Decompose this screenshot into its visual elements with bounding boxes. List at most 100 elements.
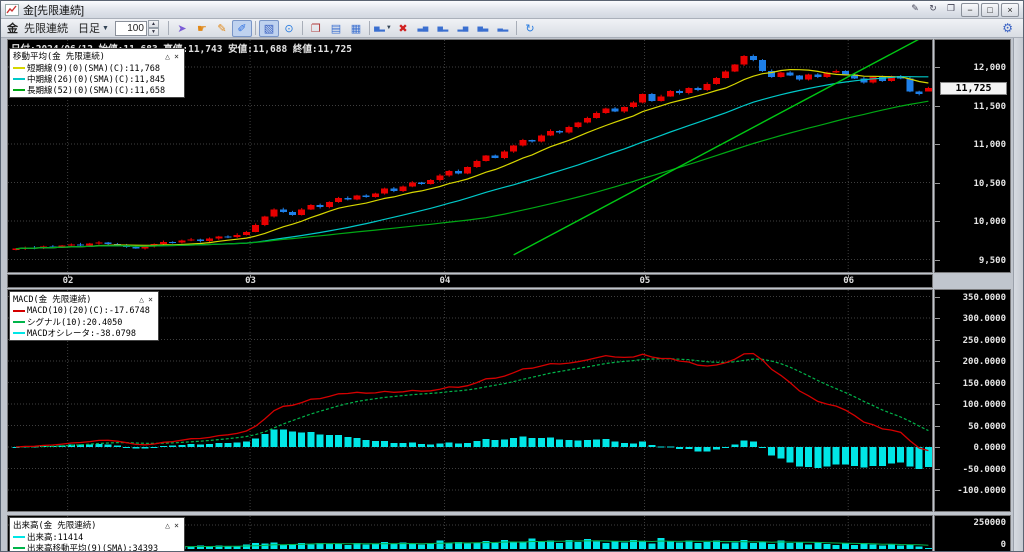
reload-chart-button[interactable]: ↻: [520, 20, 540, 37]
legend-close-button[interactable]: ×: [172, 521, 181, 530]
sma-52-line: [15, 100, 929, 250]
chart-client-area: 日付:2024/06/12 始値:11,683 高値:11,743 安値:11,…: [1, 38, 1023, 552]
minimize-button[interactable]: −: [961, 2, 979, 17]
legend-line-marker: [13, 66, 25, 69]
macd-legend-title: MACD(金 先限連続): [13, 295, 92, 305]
pencil-draw-button[interactable]: ✎: [212, 20, 232, 37]
pan-hand-icon: ☛: [197, 22, 207, 35]
layout-rows-button[interactable]: ▤: [326, 20, 346, 37]
layout-grid-button[interactable]: ▦: [346, 20, 366, 37]
wrench-settings-button[interactable]: ⚙: [1002, 21, 1013, 35]
macd-axis-label: 0.0000: [973, 443, 1006, 453]
legend-collapse-button[interactable]: △: [163, 521, 172, 530]
legend-collapse-button[interactable]: △: [137, 295, 146, 304]
legend-line-marker: [13, 535, 25, 538]
sma-26-line: [15, 76, 929, 250]
axis-tick: [935, 339, 940, 341]
x-axis-tick: [250, 275, 252, 278]
ma-legend: 移動平均(金 先限連続) △ × 短期線(9)(0)(SMA)(C):11,76…: [9, 48, 185, 98]
volume-axis: 250000 0: [934, 515, 1011, 551]
macd-histogram: [12, 429, 932, 469]
macd-axis-label: 50.0000: [968, 421, 1006, 432]
select-cursor-button[interactable]: ➤: [172, 20, 192, 37]
candlestick-plot[interactable]: 日付:2024/06/12 始値:11,683 高値:11,743 安値:11,…: [7, 39, 933, 273]
sync-icon[interactable]: ↻: [925, 3, 941, 16]
pan-hand-button[interactable]: ☛: [192, 20, 212, 37]
line-draw-button[interactable]: ✐: [231, 19, 252, 37]
dropdown-arrow-icon: ▼: [385, 25, 392, 31]
pencil-draw-icon: ✎: [217, 22, 227, 35]
new-chart-window-button[interactable]: ❐: [306, 20, 326, 37]
price-axis-label: 11,000: [973, 140, 1006, 150]
axis-tick: [935, 404, 940, 405]
axis-tick: [935, 182, 940, 184]
legend-close-button[interactable]: ×: [172, 52, 181, 61]
price-axis-label: 12,000: [973, 63, 1006, 73]
maximize-button[interactable]: □: [981, 2, 999, 17]
axis-tick: [935, 447, 940, 448]
legend-row: MACDオシレータ:-38.0798: [13, 327, 155, 339]
bar-count-input[interactable]: 100: [114, 20, 147, 36]
axis-tick: [935, 361, 940, 362]
price-axis: 11,725 12,000 11,500 11,000 10,500 10,000 9,5…: [934, 39, 1011, 273]
remove-indicator-button[interactable]: ✖: [393, 20, 413, 37]
x-axis-tick: [848, 275, 850, 278]
zoom-mode-button[interactable]: ⊙: [279, 20, 299, 37]
volume-plot[interactable]: 出来高(金 先限連続) △ × 出来高:11414 出来高移動平均(9)(SMA)…: [7, 515, 933, 552]
date-axis: 02 03 04 05 06: [7, 274, 933, 288]
legend-line-marker: [13, 77, 25, 80]
bar-count-stepper: ▲ ▼: [147, 20, 159, 36]
annotate-icon[interactable]: ✎: [907, 3, 923, 16]
legend-row-label: 出来高移動平均(9)(SMA):34393: [27, 543, 159, 552]
axis-tick: [935, 382, 940, 384]
indicator-slot-2-button[interactable]: ▅▂: [433, 20, 453, 37]
legend-line-marker: [13, 309, 25, 312]
spin-down-button[interactable]: ▼: [147, 28, 159, 36]
close-button[interactable]: ×: [1001, 2, 1019, 17]
period-select[interactable]: 日足: [78, 20, 100, 36]
remove-indicator-icon: ✖: [398, 22, 408, 35]
spin-up-button[interactable]: ▲: [147, 20, 159, 28]
toolbar-separator: [167, 21, 169, 35]
macd-legend-rows: MACD(10)(20)(C):-17.6748 シグナル(10):20.4050…: [13, 305, 155, 339]
legend-row: 中期線(26)(0)(SMA)(C):11,845: [13, 73, 181, 85]
toolbar-icon-buttons: ➤ ☛ ✎ ✐ ▧ ⊙ ❐ ▤ ▦ ▅▂ ▼ ✖ ▃▅ ▅▂ ▂▅ ▅▃ ▃▂ ↻: [172, 19, 540, 37]
chart-type-icon: ▅▂: [374, 25, 385, 32]
volume-axis-label: 250000: [973, 518, 1006, 528]
price-axis-label: 10,500: [973, 178, 1006, 189]
axis-tick: [935, 259, 940, 261]
popout-icon[interactable]: ❐: [943, 3, 959, 16]
volume-panel: 出来高(金 先限連続) △ × 出来高:11414 出来高移動平均(9)(SMA)…: [7, 515, 1011, 552]
chart-type-button[interactable]: ▅▂ ▼: [373, 20, 393, 37]
volume-legend-rows: 出来高:11414 出来高移動平均(9)(SMA):34393: [13, 531, 181, 552]
app-icon: [5, 3, 19, 16]
macd-plot[interactable]: MACD(金 先限連続) △ × MACD(10)(20)(C):-17.674…: [7, 289, 933, 512]
period-dropdown-arrow-icon[interactable]: ▼: [102, 25, 109, 32]
price-panel: 日付:2024/06/12 始値:11,683 高値:11,743 安値:11,…: [7, 39, 1011, 273]
price-axis-label: 11,500: [973, 101, 1006, 112]
indicator-slot-1-icon: ▃▅: [417, 25, 429, 32]
legend-collapse-button[interactable]: △: [163, 52, 172, 61]
title-bar[interactable]: 金[先限連続] ✎ ↻ ❐ − □ ×: [1, 1, 1023, 19]
toolbar-separator: [368, 21, 370, 35]
window-title: 金[先限連続]: [23, 4, 85, 17]
legend-row-label: MACDオシレータ:-38.0798: [27, 328, 137, 339]
legend-line-marker: [13, 546, 25, 549]
indicator-slot-4-button[interactable]: ▅▃: [473, 20, 493, 37]
x-axis-tick: [67, 275, 69, 278]
toolbar: 金 先限連続 日足 ▼ 100 ▲ ▼ ➤ ☛ ✎ ✐ ▧ ⊙ ❐ ▤ ▦ ▅▂ ▼ ✖ ▃▅ ▅▂ ▂▅ ▅…: [1, 19, 1023, 38]
indicator-slot-1-button[interactable]: ▃▅: [413, 20, 433, 37]
legend-row-label: 長期線(52)(0)(SMA)(C):11,658: [27, 85, 166, 96]
signal-line: [15, 358, 929, 448]
line-draw-icon: ✐: [237, 22, 247, 35]
axis-tick: [935, 490, 940, 491]
macd-axis-label: 200.0000: [962, 357, 1006, 367]
macd-axis-label: -100.0000: [957, 486, 1006, 496]
indicator-slot-3-button[interactable]: ▂▅: [453, 20, 473, 37]
indicator-slot-5-button[interactable]: ▃▂: [493, 20, 513, 37]
crosshair-mode-button[interactable]: ▧: [258, 19, 279, 37]
x-axis-tick: [444, 275, 446, 278]
layout-rows-icon: ▤: [330, 22, 342, 35]
legend-close-button[interactable]: ×: [146, 295, 155, 304]
legend-row: 長期線(52)(0)(SMA)(C):11,658: [13, 84, 181, 96]
